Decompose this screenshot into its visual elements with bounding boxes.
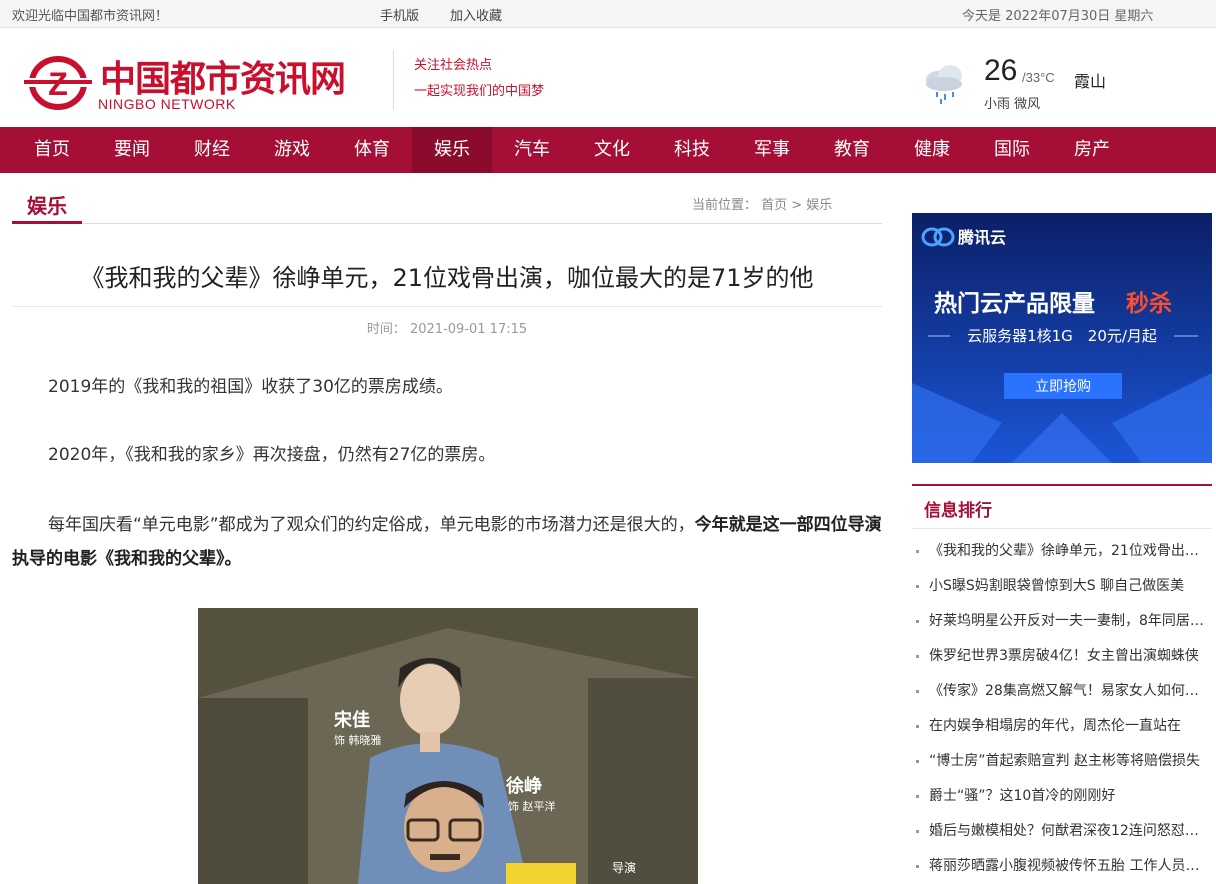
nav-item[interactable]: 国际 bbox=[972, 127, 1052, 173]
ranking-item-text: 好莱坞明星公开反对一夫一妻制，8年同居生活 bbox=[929, 613, 1212, 629]
bullet-icon bbox=[916, 690, 919, 693]
ranking-title: 信息排行 bbox=[924, 501, 992, 521]
ranking-item-text: 蒋丽莎晒露小腹视频被传怀五胎 工作人员回应 bbox=[929, 858, 1212, 874]
poster-label-role-2: 饰 赵平洋 bbox=[508, 799, 556, 813]
ranking-item[interactable]: 侏罗纪世界3票房破4亿！女主曾出演蜘蛛侠 bbox=[912, 639, 1212, 674]
ranking-item[interactable]: “博士房”首起索赔宣判 赵主彬等将赔偿损失 bbox=[912, 744, 1212, 779]
ranking-item-text: 《我和我的父辈》徐峥单元，21位戏骨出演，咖位最大的是71岁的他 bbox=[929, 543, 1212, 559]
section-header: 娱乐 当前位置： 首页 > 娱乐 bbox=[12, 174, 882, 224]
article-poster-image: 宋佳 饰 韩晓雅 徐峥 饰 赵平洋 导演 bbox=[198, 608, 698, 884]
add-favorite-link[interactable]: 加入收藏 bbox=[450, 5, 502, 24]
ranking-item-text: 《传家》28集高燃又解气！易家女人如何翻身 bbox=[929, 683, 1212, 699]
bullet-icon bbox=[916, 585, 919, 588]
ranking-divider bbox=[912, 528, 1212, 529]
ad-brand: 腾讯云 bbox=[958, 228, 1006, 247]
ranking-item[interactable]: 蒋丽莎晒露小腹视频被传怀五胎 工作人员回应 bbox=[912, 849, 1212, 884]
bullet-icon bbox=[916, 550, 919, 553]
paragraph-3-text: 每年国庆看“单元电影”都成为了观众们的约定俗成，单元电影的市场潜力还是很大的， bbox=[48, 515, 695, 535]
nav-item[interactable]: 军事 bbox=[732, 127, 812, 173]
article-time: 时间： 2021-09-01 17:15 bbox=[366, 322, 528, 337]
top-bar: 欢迎光临中国都市资讯网！ 手机版 加入收藏 今天是 2022年07月30日 星期… bbox=[0, 0, 1216, 28]
ranking-item-text: 小S曝S妈割眼袋曾惊到大S 聊自己做医美 bbox=[929, 578, 1185, 594]
main-nav: 首页 要闻 财经 游戏 体育 娱乐 汽车 文化 科技 军事 教育 健康 国际 房产 bbox=[0, 127, 1216, 173]
current-temperature: 26 bbox=[984, 54, 1018, 87]
poster-illustration: 宋佳 饰 韩晓雅 徐峥 饰 赵平洋 导演 bbox=[198, 608, 698, 884]
poster-label-song-jia: 宋佳 bbox=[334, 709, 370, 731]
ranking-item[interactable]: 好莱坞明星公开反对一夫一妻制，8年同居生活 bbox=[912, 604, 1212, 639]
ad-button-label: 立即抢购 bbox=[1035, 378, 1091, 395]
article-paragraph-2: 2020年，《我和我的家乡》再次接盘，仍然有27亿的票房。 bbox=[48, 445, 496, 465]
title-divider bbox=[12, 306, 882, 307]
ranking-item-text: 在内娱争相塌房的年代，周杰伦一直站在 bbox=[929, 718, 1181, 734]
ranking-item[interactable]: 小S曝S妈割眼袋曾惊到大S 聊自己做医美 bbox=[912, 569, 1212, 604]
tencent-cloud-ad[interactable]: 腾讯云 热门云产品限量 秒杀 云服务器1核1G 20元/月起 立即抢购 bbox=[912, 213, 1212, 463]
nav-item[interactable]: 科技 bbox=[652, 127, 732, 173]
ad-headline: 热门云产品限量 bbox=[934, 290, 1095, 317]
bullet-icon bbox=[916, 830, 919, 833]
current-date: 今天是 2022年07月30日 星期六 bbox=[962, 9, 1154, 24]
weather-description: 小雨 微风 bbox=[984, 97, 1041, 112]
bullet-icon bbox=[916, 760, 919, 763]
welcome-text: 欢迎光临中国都市资讯网！ bbox=[12, 9, 169, 24]
ranking-item[interactable]: 《我和我的父辈》徐峥单元，21位戏骨出演，咖位最大的是71岁的他 bbox=[912, 534, 1212, 569]
poster-label-role-1: 饰 韩晓雅 bbox=[334, 733, 382, 747]
bullet-icon bbox=[916, 795, 919, 798]
ranking-item[interactable]: 《传家》28集高燃又解气！易家女人如何翻身 bbox=[912, 674, 1212, 709]
breadcrumb[interactable]: 当前位置： 首页 > 娱乐 bbox=[692, 194, 832, 213]
nav-item[interactable]: 财经 bbox=[172, 127, 252, 173]
ad-illustration: 腾讯云 热门云产品限量 秒杀 云服务器1核1G 20元/月起 立即抢购 bbox=[912, 213, 1212, 463]
nav-item[interactable]: 首页 bbox=[12, 127, 92, 173]
ranking-item[interactable]: 在内娱争相塌房的年代，周杰伦一直站在 bbox=[912, 709, 1212, 744]
nav-item[interactable]: 汽车 bbox=[492, 127, 572, 173]
nav-item[interactable]: 健康 bbox=[892, 127, 972, 173]
ad-headline-emphasis: 秒杀 bbox=[1126, 290, 1172, 317]
temperature-range: /33°C bbox=[1022, 70, 1055, 85]
svg-text:Z: Z bbox=[48, 66, 68, 102]
slogan-line-1: 关注社会热点 bbox=[414, 58, 493, 73]
article-title: 《我和我的父辈》徐峥单元，21位戏骨出演，咖位最大的是71岁的他 bbox=[80, 264, 814, 292]
site-header: Z 中国都市资讯网 NINGBO NETWORK 关注社会热点 一起实现我们的中… bbox=[0, 28, 1216, 127]
slogan-line-2: 一起实现我们的中国梦 bbox=[414, 84, 545, 99]
weather-city: 霞山 bbox=[1074, 72, 1107, 91]
article-paragraph-3: 每年国庆看“单元电影”都成为了观众们的约定俗成，单元电影的市场潜力还是很大的，今… bbox=[12, 508, 882, 576]
ranking-item[interactable]: 爵士“骚”？这10首冷的刚刚好 bbox=[912, 779, 1212, 814]
bullet-icon bbox=[916, 725, 919, 728]
ranking-item-text: “博士房”首起索赔宣判 赵主彬等将赔偿损失 bbox=[929, 753, 1200, 769]
article-paragraph-1: 2019年的《我和我的祖国》收获了30亿的票房成绩。 bbox=[48, 377, 453, 397]
bullet-icon bbox=[916, 620, 919, 623]
bullet-icon bbox=[916, 865, 919, 868]
nav-item[interactable]: 教育 bbox=[812, 127, 892, 173]
poster-label-director: 导演 bbox=[612, 860, 636, 875]
site-logo[interactable]: Z 中国都市资讯网 NINGBO NETWORK bbox=[20, 50, 360, 116]
ranking-item-text: 侏罗纪世界3票房破4亿！女主曾出演蜘蛛侠 bbox=[929, 648, 1199, 664]
ranking-item[interactable]: 婚后与嫩模相处？何猷君深夜12连问怒怼网友 bbox=[912, 814, 1212, 849]
logo-name: 中国都市资讯网 bbox=[100, 58, 346, 100]
nav-item[interactable]: 要闻 bbox=[92, 127, 172, 173]
ranking-item-text: 爵士“骚”？这10首冷的刚刚好 bbox=[929, 788, 1116, 804]
ranking-item-text: 婚后与嫩模相处？何猷君深夜12连问怒怼网友 bbox=[929, 823, 1212, 839]
section-title: 娱乐 bbox=[12, 190, 82, 224]
ranking-box: 信息排行 《我和我的父辈》徐峥单元，21位戏骨出演，咖位最大的是71岁的他小S曝… bbox=[912, 484, 1212, 884]
poster-label-xu-zheng: 徐峥 bbox=[505, 775, 542, 797]
logo-mark-icon: Z bbox=[20, 56, 96, 110]
bullet-icon bbox=[916, 655, 919, 658]
header-divider bbox=[393, 50, 394, 110]
rain-cloud-icon bbox=[926, 65, 962, 104]
ad-subline: 云服务器1核1G 20元/月起 bbox=[967, 327, 1157, 345]
mobile-version-link[interactable]: 手机版 bbox=[380, 5, 419, 24]
logo-english-name: NINGBO NETWORK bbox=[98, 96, 236, 112]
nav-item[interactable]: 文化 bbox=[572, 127, 652, 173]
nav-item[interactable]: 娱乐 bbox=[412, 127, 492, 173]
nav-item[interactable]: 体育 bbox=[332, 127, 412, 173]
nav-item[interactable]: 房产 bbox=[1052, 127, 1132, 173]
nav-item[interactable]: 游戏 bbox=[252, 127, 332, 173]
